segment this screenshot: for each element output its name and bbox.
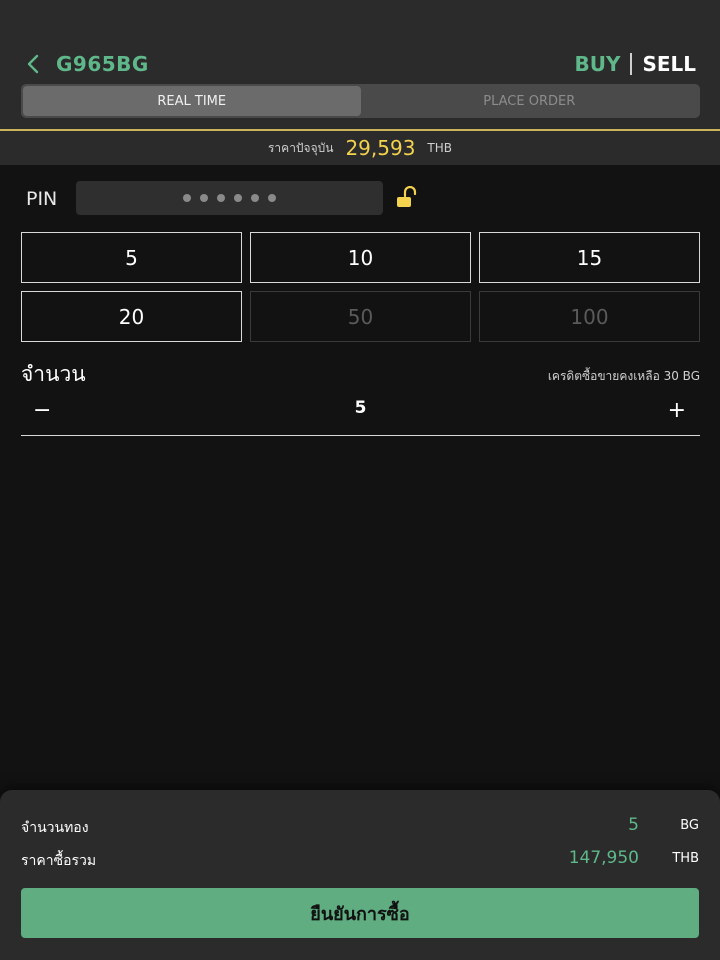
total-price-unit: THB — [672, 851, 699, 866]
quick-amount-20[interactable]: 20 — [21, 291, 242, 342]
quick-amount-50[interactable]: 50 — [250, 291, 471, 342]
pin-dot — [183, 194, 191, 202]
pin-label: PIN — [26, 188, 58, 210]
pin-input[interactable] — [76, 181, 383, 215]
tab-place-order[interactable]: PLACE ORDER — [361, 86, 699, 116]
buy-sell-toggle: BUY SELL — [574, 50, 696, 78]
toggle-divider — [630, 53, 633, 75]
product-symbol: G965BG — [56, 52, 149, 76]
current-price-bar: ราคาปัจจุบัน 29,593 THB — [0, 131, 720, 165]
buy-tab[interactable]: BUY — [574, 52, 620, 76]
back-button[interactable] — [20, 50, 46, 78]
price-label: ราคาปัจจุบัน — [267, 140, 334, 155]
quick-amount-5[interactable]: 5 — [21, 232, 242, 283]
remaining-credit-note: เครดิตซื้อขายคงเหลือ 30 BG — [547, 369, 700, 383]
pin-dot — [268, 194, 276, 202]
price-unit: THB — [427, 141, 453, 155]
pin-dot — [200, 194, 208, 202]
total-price-row: ราคาซื้อรวม 147,950 THB — [21, 848, 699, 872]
sell-tab[interactable]: SELL — [642, 52, 696, 76]
gold-amount-value: 5 — [628, 815, 639, 835]
price-value: 29,593 — [345, 136, 416, 160]
quick-amount-100[interactable]: 100 — [479, 291, 700, 342]
unlocked-padlock-icon[interactable] — [395, 186, 417, 210]
total-price-value: 147,950 — [568, 848, 639, 868]
top-header: G965BG BUY SELL REAL TIME PLACE ORDER — [0, 0, 720, 130]
pin-dot — [217, 194, 225, 202]
quick-amount-15[interactable]: 15 — [479, 232, 700, 283]
tab-real-time[interactable]: REAL TIME — [23, 86, 361, 116]
order-summary-panel: จำนวนทอง 5 BG ราคาซื้อรวม 147,950 THB ยื… — [0, 790, 720, 960]
total-price-label: ราคาซื้อรวม — [21, 853, 97, 869]
gold-amount-row: จำนวนทอง 5 BG — [21, 815, 699, 839]
order-mode-segmented-control: REAL TIME PLACE ORDER — [21, 84, 700, 118]
quick-amount-10[interactable]: 10 — [250, 232, 471, 283]
gold-amount-unit: BG — [680, 818, 699, 833]
gold-amount-label: จำนวนทอง — [21, 820, 89, 836]
quantity-value[interactable]: 5 — [21, 398, 700, 418]
increment-button[interactable]: + — [662, 396, 686, 426]
amount-label: จำนวน — [21, 362, 86, 386]
pin-dot — [251, 194, 259, 202]
pin-dot — [234, 194, 242, 202]
confirm-buy-button[interactable]: ยืนยันการซื้อ — [21, 888, 699, 938]
quantity-stepper: − 5 + — [21, 392, 700, 436]
chevron-left-icon — [27, 54, 39, 74]
